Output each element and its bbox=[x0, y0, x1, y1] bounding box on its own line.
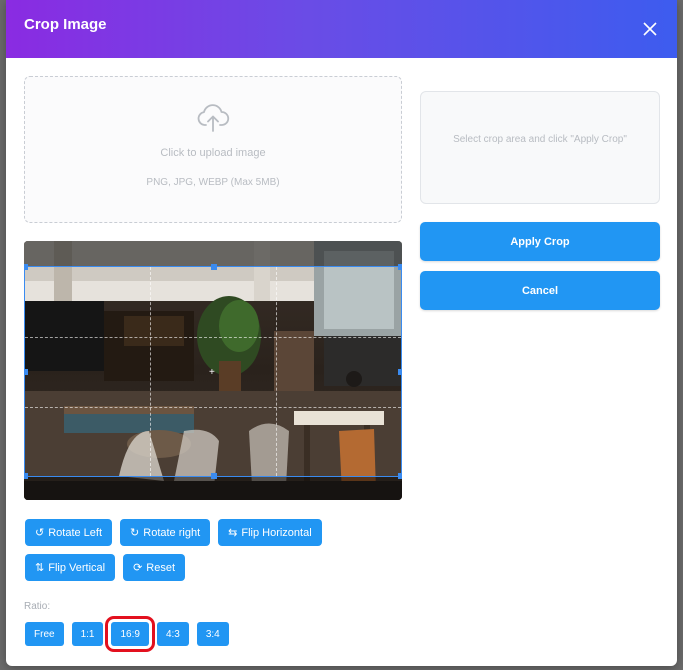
crop-guide-horizontal bbox=[25, 407, 401, 408]
crop-handle-w[interactable] bbox=[24, 369, 28, 375]
flip-horizontal-icon: ⇆ bbox=[228, 527, 238, 539]
rotate-right-button[interactable]: ↻ Rotate right bbox=[120, 519, 211, 546]
tool-row: ↺ Rotate Left ↻ Rotate right ⇆ Flip Hori… bbox=[25, 519, 405, 546]
crop-handle-sw[interactable] bbox=[24, 473, 28, 479]
preview-placeholder: Select crop area and click "Apply Crop" bbox=[453, 133, 627, 145]
transform-tools: ↺ Rotate Left ↻ Rotate right ⇆ Flip Hori… bbox=[25, 519, 405, 589]
upload-hint: PNG, JPG, WEBP (Max 5MB) bbox=[146, 177, 280, 188]
rotate-right-label: Rotate right bbox=[143, 526, 201, 539]
flip-horizontal-button[interactable]: ⇆ Flip Horizontal bbox=[218, 519, 322, 546]
crop-stage[interactable]: + bbox=[24, 241, 402, 500]
rotate-left-icon: ↺ bbox=[35, 527, 45, 539]
ratio-button-16-9[interactable]: 16:9 bbox=[105, 616, 156, 652]
cancel-button[interactable]: Cancel bbox=[420, 271, 660, 310]
modal-title: Crop Image bbox=[24, 15, 107, 33]
ratio-button-1-1[interactable]: 1:1 bbox=[71, 622, 104, 646]
flip-vertical-icon: ⇅ bbox=[35, 562, 45, 574]
flip-vertical-label: Flip Vertical bbox=[48, 561, 106, 574]
crop-guide-vertical bbox=[150, 267, 151, 476]
flip-vertical-button[interactable]: ⇅ Flip Vertical bbox=[25, 554, 116, 581]
upload-text: Click to upload image bbox=[160, 147, 266, 159]
crop-selection-box[interactable]: + bbox=[24, 264, 402, 479]
crop-preview: Select crop area and click "Apply Crop" bbox=[420, 91, 660, 204]
crop-guide-vertical bbox=[276, 267, 277, 476]
crop-handle-se[interactable] bbox=[398, 473, 402, 479]
crop-center-mark: + bbox=[209, 367, 215, 378]
ratio-button-3-4[interactable]: 3:4 bbox=[196, 622, 229, 646]
cloud-upload-icon bbox=[197, 104, 230, 132]
flip-horizontal-label: Flip Horizontal bbox=[241, 526, 312, 539]
crop-handle-nw[interactable] bbox=[24, 264, 28, 270]
apply-crop-button[interactable]: Apply Crop bbox=[420, 222, 660, 261]
ratio-button-free[interactable]: Free bbox=[25, 622, 64, 646]
close-icon bbox=[643, 22, 657, 36]
rotate-left-button[interactable]: ↺ Rotate Left bbox=[25, 519, 113, 546]
ratio-button-4-3[interactable]: 4:3 bbox=[156, 622, 189, 646]
reset-icon: ⟳ bbox=[133, 562, 143, 574]
rotate-left-label: Rotate Left bbox=[48, 526, 103, 539]
close-button[interactable] bbox=[639, 18, 661, 40]
crop-image-modal: Crop Image Click to upload image PNG, JP… bbox=[6, 0, 677, 666]
reset-button[interactable]: ⟳ Reset bbox=[123, 554, 186, 581]
crop-handle-s[interactable] bbox=[211, 473, 217, 479]
crop-handle-n[interactable] bbox=[211, 264, 217, 270]
crop-overlay-bottom bbox=[24, 477, 402, 500]
ratio-options: Free 1:1 16:9 4:3 3:4 bbox=[25, 616, 229, 652]
rotate-right-icon: ↻ bbox=[130, 527, 140, 539]
ratio-label: Ratio: bbox=[24, 601, 51, 612]
tool-row: ⇅ Flip Vertical ⟳ Reset bbox=[25, 554, 405, 581]
upload-dropzone[interactable]: Click to upload image PNG, JPG, WEBP (Ma… bbox=[24, 76, 402, 223]
modal-header: Crop Image bbox=[6, 0, 677, 58]
crop-handle-e[interactable] bbox=[398, 369, 402, 375]
reset-label: Reset bbox=[146, 561, 176, 574]
crop-handle-ne[interactable] bbox=[398, 264, 402, 270]
crop-guide-horizontal bbox=[25, 337, 401, 338]
crop-overlay-top bbox=[24, 241, 402, 266]
